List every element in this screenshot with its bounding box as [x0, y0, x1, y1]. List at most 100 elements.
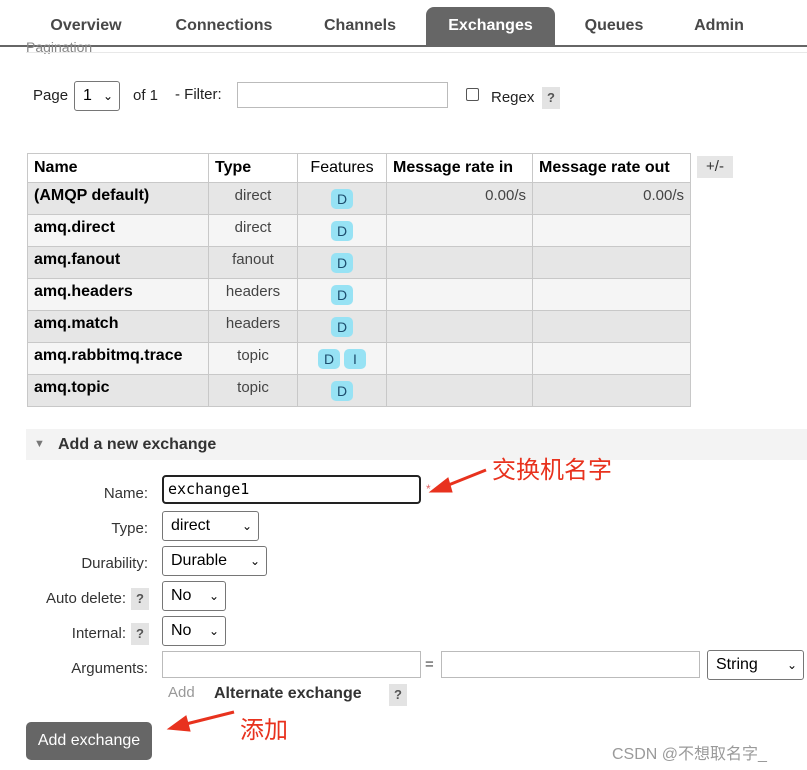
add-exchange-button[interactable]: Add exchange: [26, 722, 152, 760]
rate-in-cell: [386, 310, 533, 343]
rate-in-cell: [386, 374, 533, 407]
arrow-to-add-button: [166, 710, 235, 732]
durability-select-value: Durable: [171, 552, 228, 569]
type-select-value: direct: [171, 517, 211, 534]
exchange-name-cell[interactable]: amq.match: [27, 310, 209, 343]
tab-admin[interactable]: Admin: [676, 7, 762, 45]
durable-badge: D: [331, 284, 353, 305]
page-select[interactable]: 1 ⌄: [74, 81, 120, 111]
chevron-down-icon: ⌄: [208, 589, 219, 603]
exchange-type-cell: headers: [208, 310, 298, 343]
rate-out-cell: [532, 246, 691, 279]
table-row[interactable]: amq.headers headers D: [27, 278, 691, 311]
annotation-exchange-name: 交换机名字: [492, 456, 612, 484]
alternate-exchange-link[interactable]: Alternate exchange: [214, 685, 362, 703]
auto-delete-label: Auto delete:: [45, 590, 126, 607]
argument-value-input[interactable]: [441, 651, 700, 678]
table-row[interactable]: amq.direct direct D: [27, 214, 691, 247]
column-toggle-button[interactable]: +/-: [697, 156, 733, 178]
table-row[interactable]: amq.fanout fanout D: [27, 246, 691, 279]
rate-out-cell: [532, 374, 691, 407]
auto-delete-select[interactable]: No ⌄: [162, 581, 226, 611]
internal-select[interactable]: No ⌄: [162, 616, 226, 646]
type-select[interactable]: direct ⌄: [162, 511, 259, 541]
add-exchange-section-header[interactable]: ▼ Add a new exchange: [26, 429, 807, 460]
chevron-down-icon: ⌄: [241, 519, 252, 533]
exchange-features-cell: D: [297, 310, 387, 343]
chevron-down-icon: ⌄: [249, 554, 260, 568]
column-rate-in: Message rate in: [386, 153, 533, 183]
alternate-exchange-help-icon[interactable]: ?: [389, 684, 407, 706]
exchange-type-cell: topic: [208, 342, 298, 375]
regex-checkbox[interactable]: [466, 88, 479, 101]
rate-in-cell: 0.00/s: [386, 182, 533, 215]
section-title: Add a new exchange: [58, 436, 217, 453]
exchange-features-cell: D: [297, 182, 387, 215]
exchange-name-cell[interactable]: amq.direct: [27, 214, 209, 247]
regex-help-icon[interactable]: ?: [542, 87, 560, 109]
exchange-features-cell: D: [297, 278, 387, 311]
durability-label: Durability:: [81, 555, 148, 572]
tab-connections[interactable]: Connections: [160, 7, 288, 45]
exchange-type-cell: direct: [208, 182, 298, 215]
argument-type-value: String: [716, 656, 758, 673]
column-type[interactable]: Type: [208, 153, 298, 183]
auto-delete-help-icon[interactable]: ?: [131, 588, 149, 610]
filter-input[interactable]: [237, 82, 448, 108]
rate-out-cell: [532, 310, 691, 343]
rate-in-cell: [386, 246, 533, 279]
exchange-name-cell[interactable]: amq.headers: [27, 278, 209, 311]
equals-sign: =: [425, 656, 434, 673]
rate-in-cell: [386, 214, 533, 247]
argument-type-select[interactable]: String ⌄: [707, 650, 804, 680]
rate-out-cell: [532, 278, 691, 311]
column-name[interactable]: Name: [27, 153, 209, 183]
regex-label: Regex: [491, 89, 535, 106]
durability-select[interactable]: Durable ⌄: [162, 546, 267, 576]
exchange-type-cell: topic: [208, 374, 298, 407]
exchange-name-cell[interactable]: (AMQP default): [27, 182, 209, 215]
tab-exchanges[interactable]: Exchanges: [426, 7, 555, 45]
durable-badge: D: [331, 220, 353, 241]
rate-out-cell: 0.00/s: [532, 182, 691, 215]
internal-help-icon[interactable]: ?: [131, 623, 149, 645]
table-row[interactable]: amq.match headers D: [27, 310, 691, 343]
table-row[interactable]: (AMQP default) direct D 0.00/s 0.00/s: [27, 182, 691, 215]
durable-badge: D: [331, 316, 353, 337]
internal-label: Internal:: [71, 625, 126, 642]
tab-channels[interactable]: Channels: [305, 7, 415, 45]
watermark: CSDN @不想取名字_: [612, 746, 767, 763]
exchange-features-cell: D: [297, 246, 387, 279]
table-header-row: Name Type Features Message rate in Messa…: [27, 153, 691, 183]
rate-in-cell: [386, 278, 533, 311]
exchange-name-cell[interactable]: amq.fanout: [27, 246, 209, 279]
type-label: Type:: [111, 520, 148, 537]
durable-badge: D: [331, 252, 353, 273]
chevron-down-icon: ⌄: [786, 658, 797, 672]
required-mark: *: [426, 482, 431, 496]
chevron-down-icon: ⌄: [102, 89, 113, 103]
exchange-type-cell: direct: [208, 214, 298, 247]
name-label: Name:: [103, 485, 148, 502]
internal-badge: I: [344, 348, 366, 369]
exchange-type-cell: headers: [208, 278, 298, 311]
chevron-down-icon: ⌄: [208, 624, 219, 638]
tab-queues[interactable]: Queues: [568, 7, 660, 45]
argument-key-input[interactable]: [162, 651, 421, 678]
filter-label: - Filter:: [175, 86, 222, 103]
durable-badge: D: [331, 380, 353, 401]
table-row[interactable]: amq.rabbitmq.trace topic D I: [27, 342, 691, 375]
rate-out-cell: [532, 342, 691, 375]
exchange-name-cell[interactable]: amq.topic: [27, 374, 209, 407]
add-argument-link[interactable]: Add: [168, 684, 195, 701]
durable-badge: D: [331, 188, 353, 209]
column-rate-out: Message rate out: [532, 153, 691, 183]
page-select-value: 1: [83, 87, 92, 104]
exchange-name-input[interactable]: exchange1: [162, 475, 421, 504]
page-label: Page: [33, 87, 69, 104]
table-row[interactable]: amq.topic topic D: [27, 374, 691, 407]
exchange-name-cell[interactable]: amq.rabbitmq.trace: [27, 342, 209, 375]
column-features: Features: [297, 153, 387, 183]
rate-in-cell: [386, 342, 533, 375]
annotation-add: 添加: [240, 716, 288, 744]
